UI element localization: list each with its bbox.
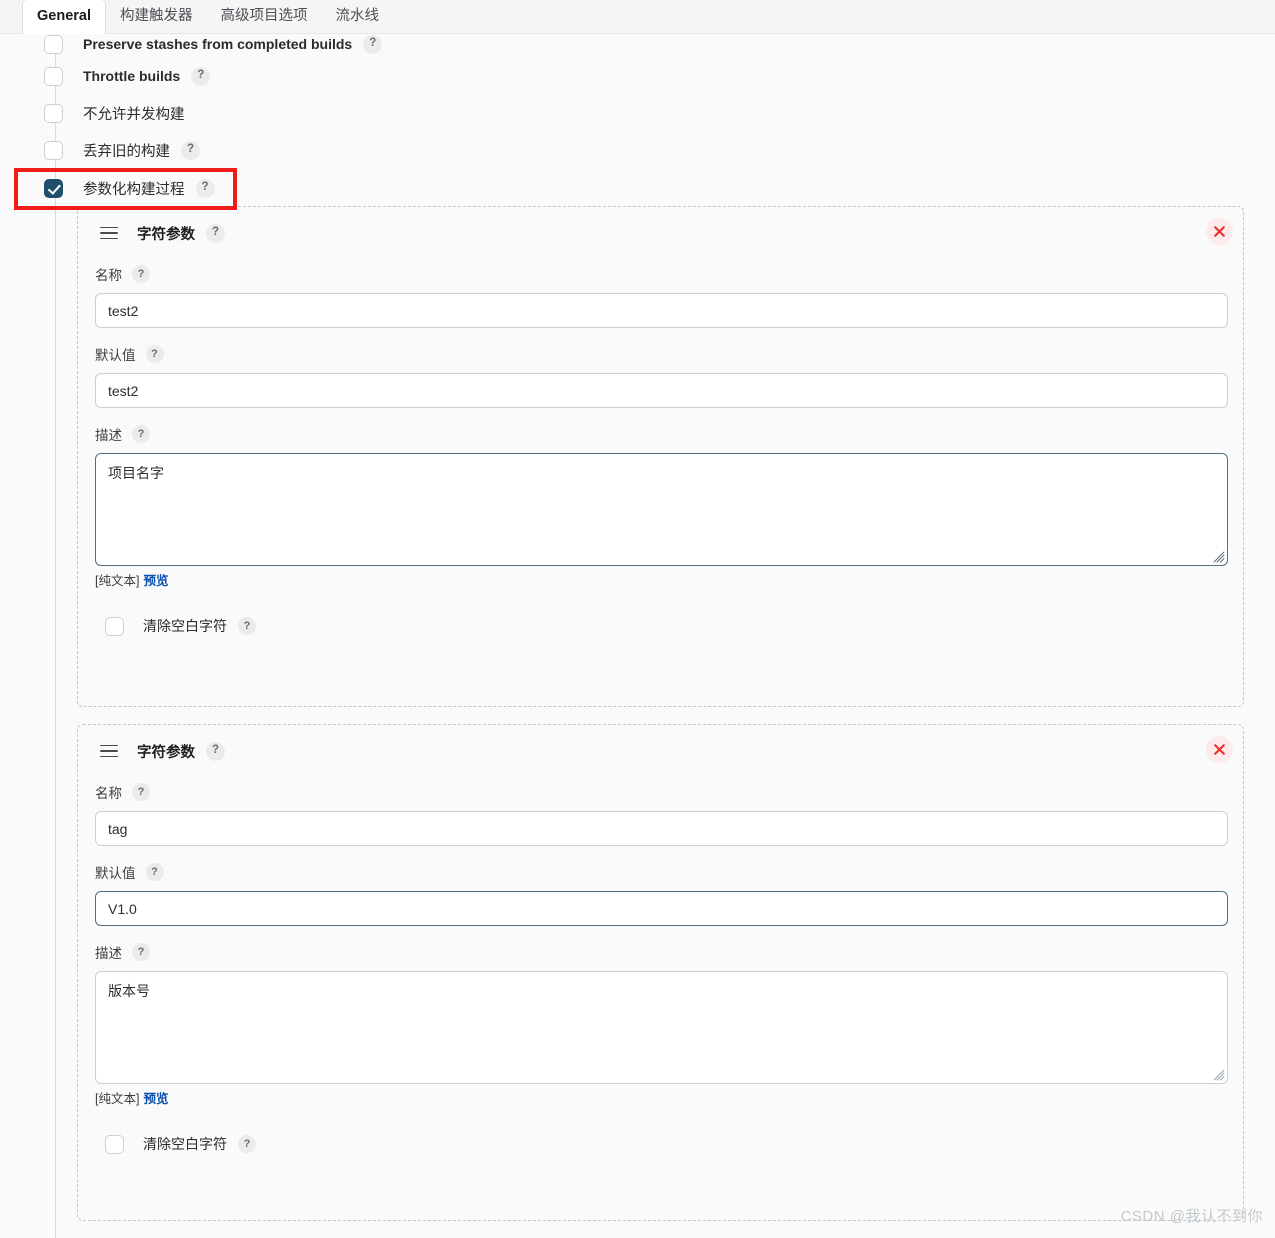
csdn-watermark: CSDN @我认不到你: [1120, 1208, 1263, 1225]
markup-type-label-2: [纯文本]: [95, 1092, 140, 1106]
option-label-parameterized-build: 参数化构建过程: [83, 181, 185, 198]
parameter-default-label-1: 默认值: [95, 348, 136, 363]
parameter-type-title-2: 字符参数: [137, 744, 195, 761]
help-icon-parameter-default-2[interactable]: ?: [145, 863, 164, 881]
delete-parameter-button-2[interactable]: [1206, 736, 1233, 763]
help-icon-preserve-stashes[interactable]: ?: [363, 34, 383, 54]
parameter-name-label-row-1: 名称 ?: [95, 264, 1226, 284]
parameter-description-label-row-1: 描述 ?: [95, 424, 1226, 444]
parameter-description-label-1: 描述: [95, 428, 122, 443]
parameter-name-input-1[interactable]: [95, 293, 1228, 328]
tab-pipeline[interactable]: 流水线: [322, 0, 394, 33]
description-markup-note-2: [纯文本] 预览: [95, 1088, 1226, 1107]
checkbox-trim-whitespace-2[interactable]: [105, 1134, 124, 1154]
parameter-name-input-2[interactable]: [95, 811, 1228, 846]
parameter-description-field-1: 描述 ? 项目名字 [纯文本] 预览: [78, 424, 1243, 589]
option-row-no-concurrent-builds[interactable]: 不允许并发构建: [44, 101, 185, 125]
drag-handle-icon[interactable]: [100, 226, 118, 240]
option-label-discard-old-builds: 丢弃旧的构建: [83, 143, 170, 160]
option-row-preserve-stashes[interactable]: Preserve stashes from completed builds ?: [44, 34, 383, 56]
parameter-default-field-1: 默认值 ?: [78, 344, 1243, 408]
description-markup-note-1: [纯文本] 预览: [95, 570, 1226, 589]
parameter-block-2: 字符参数 ? 名称 ? 默认值 ?: [77, 724, 1244, 1221]
indent-guide-line: [55, 34, 56, 1238]
preview-link-1[interactable]: 预览: [143, 574, 168, 588]
close-icon: [1214, 226, 1225, 237]
markup-type-label-1: [纯文本]: [95, 574, 140, 588]
help-icon-parameter-type-2[interactable]: ?: [206, 741, 225, 761]
tab-build-triggers[interactable]: 构建触发器: [106, 0, 207, 33]
parameter-default-field-2: 默认值 ?: [78, 862, 1243, 926]
help-icon-trim-whitespace-2[interactable]: ?: [238, 1135, 256, 1153]
option-label-throttle-builds: Throttle builds: [83, 68, 181, 84]
delete-parameter-button-1[interactable]: [1206, 218, 1233, 245]
parameter-name-label-row-2: 名称 ?: [95, 782, 1226, 802]
trim-whitespace-label-1: 清除空白字符: [143, 618, 227, 634]
parameter-name-field-1: 名称 ?: [78, 264, 1243, 328]
help-icon-parameter-default-1[interactable]: ?: [145, 345, 164, 363]
help-icon-parameter-description-2[interactable]: ?: [132, 943, 150, 961]
description-textarea-wrapper-1: 项目名字: [95, 453, 1228, 566]
trim-whitespace-row-1[interactable]: 清除空白字符 ?: [78, 615, 1243, 637]
parameter-name-label-1: 名称: [95, 268, 122, 283]
parameter-default-label-2: 默认值: [95, 866, 136, 881]
parameter-description-textarea-2[interactable]: 版本号: [95, 971, 1228, 1084]
help-icon-discard-old-builds[interactable]: ?: [181, 140, 200, 160]
checkbox-parameterized-build[interactable]: [44, 178, 63, 198]
parameter-default-label-row-1: 默认值 ?: [95, 344, 1226, 364]
checkbox-preserve-stashes[interactable]: [44, 34, 63, 54]
option-label-no-concurrent-builds: 不允许并发构建: [83, 106, 185, 123]
parameter-description-label-2: 描述: [95, 946, 122, 961]
parameter-header-2: 字符参数 ?: [78, 736, 1243, 766]
checkbox-trim-whitespace-1[interactable]: [105, 616, 124, 636]
config-form-content: Preserve stashes from completed builds ?…: [0, 34, 1275, 1238]
parameter-type-title-1: 字符参数: [137, 226, 195, 243]
parameter-description-textarea-1[interactable]: 项目名字: [95, 453, 1228, 566]
help-icon-throttle-builds[interactable]: ?: [191, 66, 211, 86]
help-icon-parameter-name-2[interactable]: ?: [132, 783, 150, 801]
option-row-throttle-builds[interactable]: Throttle builds ?: [44, 64, 211, 88]
checkbox-throttle-builds[interactable]: [44, 66, 63, 86]
help-icon-parameter-description-1[interactable]: ?: [132, 425, 150, 443]
option-row-parameterized-build[interactable]: 参数化构建过程 ?: [44, 176, 215, 200]
parameter-header-1: 字符参数 ?: [78, 218, 1243, 248]
close-icon: [1214, 744, 1225, 755]
preview-link-2[interactable]: 预览: [143, 1092, 168, 1106]
option-label-preserve-stashes: Preserve stashes from completed builds: [83, 36, 353, 52]
parameter-name-label-2: 名称: [95, 786, 122, 801]
help-icon-parameter-type-1[interactable]: ?: [206, 223, 225, 243]
checkbox-no-concurrent-builds[interactable]: [44, 103, 63, 123]
description-textarea-wrapper-2: 版本号: [95, 971, 1228, 1084]
option-row-discard-old-builds[interactable]: 丢弃旧的构建 ?: [44, 138, 200, 162]
jenkins-job-config-page: General 构建触发器 高级项目选项 流水线 Preserve stashe…: [0, 0, 1275, 1238]
help-icon-parameter-name-1[interactable]: ?: [132, 265, 150, 283]
trim-whitespace-row-2[interactable]: 清除空白字符 ?: [78, 1133, 1243, 1155]
parameter-description-label-row-2: 描述 ?: [95, 942, 1226, 962]
tab-advanced-project-options[interactable]: 高级项目选项: [207, 0, 322, 33]
parameter-default-label-row-2: 默认值 ?: [95, 862, 1226, 882]
help-icon-trim-whitespace-1[interactable]: ?: [238, 617, 256, 635]
help-icon-parameterized-build[interactable]: ?: [195, 178, 215, 198]
parameter-name-field-2: 名称 ?: [78, 782, 1243, 846]
parameter-default-input-1[interactable]: [95, 373, 1228, 408]
parameter-description-field-2: 描述 ? 版本号 [纯文本] 预览: [78, 942, 1243, 1107]
trim-whitespace-label-2: 清除空白字符: [143, 1136, 227, 1152]
config-tab-bar: General 构建触发器 高级项目选项 流水线: [0, 0, 1275, 34]
tab-general[interactable]: General: [22, 0, 106, 34]
parameter-default-input-2[interactable]: [95, 891, 1228, 926]
parameter-block-1: 字符参数 ? 名称 ? 默认值 ?: [77, 206, 1244, 707]
drag-handle-icon[interactable]: [100, 744, 118, 758]
checkbox-discard-old-builds[interactable]: [44, 140, 63, 160]
